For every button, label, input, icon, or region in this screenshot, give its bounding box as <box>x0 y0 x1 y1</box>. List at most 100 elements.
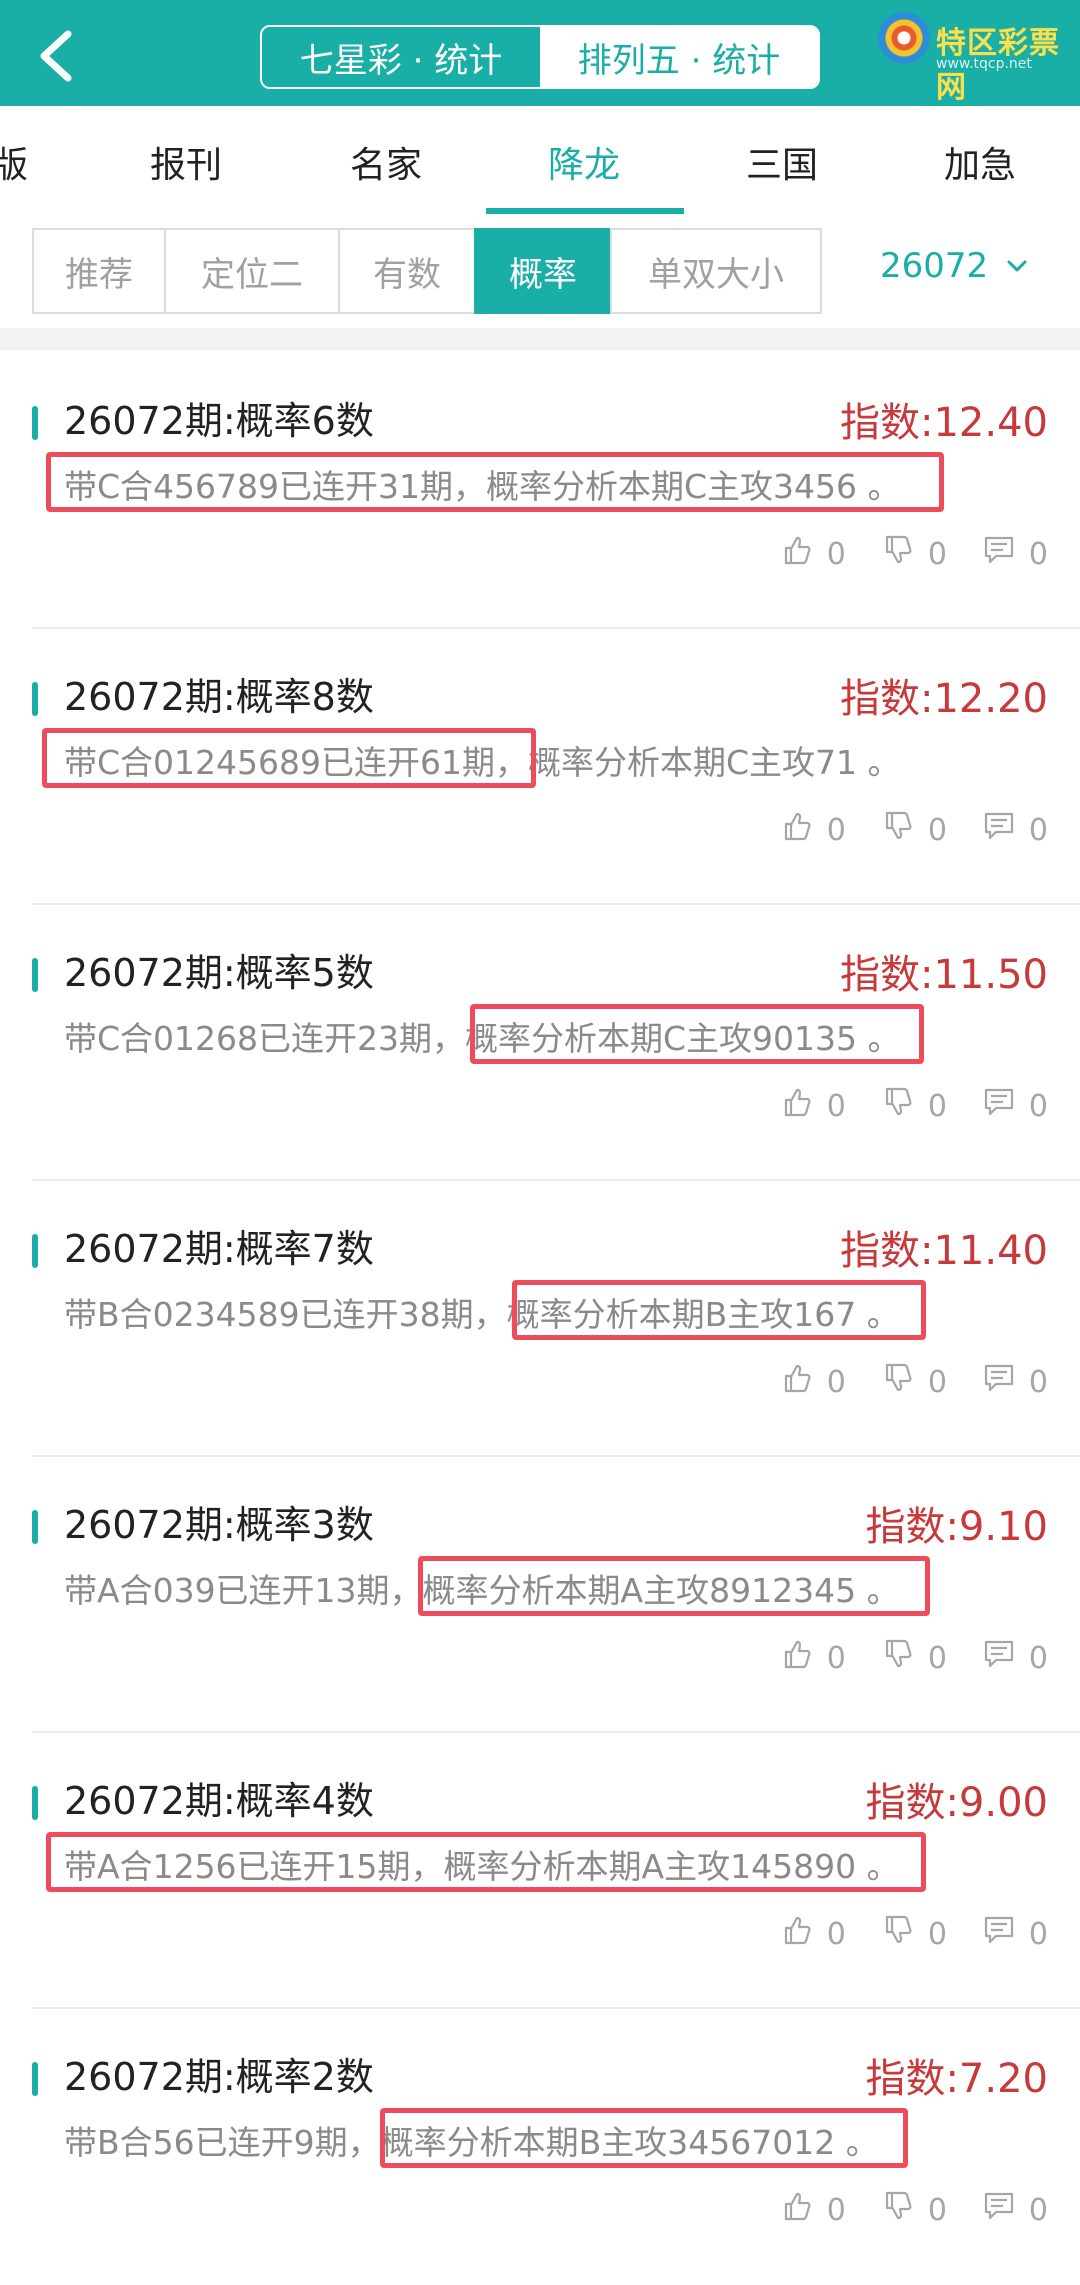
dislike-button[interactable]: 0 <box>880 808 947 852</box>
filter-chip-gailv[interactable]: 概率 <box>474 228 612 314</box>
site-logo: 特区彩票网 www.tqcp.net <box>878 12 1078 105</box>
comment-icon <box>981 2188 1029 2232</box>
dislike-count: 0 <box>927 1088 947 1124</box>
filter-chip-tuijian[interactable]: 推荐 <box>32 228 166 314</box>
thumbs-down-icon <box>880 1912 928 1956</box>
comment-button[interactable]: 0 <box>981 532 1048 576</box>
card-title: 26072期:概率2数 <box>64 2055 374 2099</box>
like-button[interactable]: 0 <box>779 532 846 576</box>
card-divider <box>32 903 1080 905</box>
dislike-count: 0 <box>927 1916 947 1952</box>
nav-item-jiaji[interactable]: 加急 <box>890 106 1070 218</box>
dislike-button[interactable]: 0 <box>880 1912 947 1956</box>
card-accent-bar <box>32 958 38 992</box>
comment-button[interactable]: 0 <box>981 1084 1048 1128</box>
prediction-card[interactable]: 26072期:概率7数 指数:11.40 带B合0234589已连开38期，概率分析… <box>0 1182 1080 1457</box>
card-divider <box>32 1731 1080 1733</box>
comment-count: 0 <box>1028 1916 1048 1952</box>
like-button[interactable]: 0 <box>779 1084 846 1128</box>
card-actions: 0 0 0 <box>779 2188 1048 2232</box>
thumbs-up-icon <box>779 1084 827 1128</box>
card-index-value: 指数:7.20 <box>865 2056 1048 2102</box>
like-count: 0 <box>826 1640 846 1676</box>
comment-button[interactable]: 0 <box>981 808 1048 852</box>
like-button[interactable]: 0 <box>779 1636 846 1680</box>
filter-chip-youshu[interactable]: 有数 <box>338 228 476 314</box>
category-nav: 版 报刊 名家 降龙 三国 加急 <box>0 106 1080 221</box>
thumbs-up-icon <box>779 1360 827 1404</box>
section-gap <box>0 328 1080 350</box>
tab-pailiewu-stats[interactable]: 排列五 · 统计 <box>540 27 818 87</box>
prediction-card[interactable]: 26072期:概率6数 指数:12.40 带C合456789已连开31期，概率分析本… <box>0 354 1080 629</box>
card-actions: 0 0 0 <box>779 1360 1048 1404</box>
card-accent-bar <box>32 2062 38 2096</box>
comment-icon <box>981 1360 1029 1404</box>
thumbs-down-icon <box>880 532 928 576</box>
prediction-card[interactable]: 26072期:概率8数 指数:12.20 带C合01245689已连开61期，概率分… <box>0 630 1080 905</box>
dislike-count: 0 <box>927 812 947 848</box>
comment-button[interactable]: 0 <box>981 1360 1048 1404</box>
dislike-button[interactable]: 0 <box>880 1636 947 1680</box>
card-title: 26072期:概率3数 <box>64 1503 374 1547</box>
lottery-type-switch: 七星彩 · 统计 排列五 · 统计 <box>260 25 820 89</box>
filter-bar: 推荐 定位二 有数 概率 单双大小 26072 <box>0 218 1080 328</box>
card-divider <box>32 627 1080 629</box>
logo-url: www.tqcp.net <box>936 56 1032 72</box>
nav-item-xianglong[interactable]: 降龙 <box>494 106 674 218</box>
comment-icon <box>981 808 1029 852</box>
tab-qixingcai-stats[interactable]: 七星彩 · 统计 <box>262 27 540 87</box>
card-divider <box>32 1455 1080 1457</box>
prediction-card[interactable]: 26072期:概率4数 指数:9.00 带A合1256已连开15期，概率分析本期A主… <box>0 1734 1080 2009</box>
like-button[interactable]: 0 <box>779 808 846 852</box>
dislike-button[interactable]: 0 <box>880 2188 947 2232</box>
card-index-value: 指数:11.40 <box>840 1228 1048 1274</box>
prediction-card[interactable]: 26072期:概率2数 指数:7.20 带B合56已连开9期，概率分析本期B主攻34… <box>0 2010 1080 2285</box>
dislike-button[interactable]: 0 <box>880 1084 947 1128</box>
comment-count: 0 <box>1028 1640 1048 1676</box>
like-button[interactable]: 0 <box>779 1360 846 1404</box>
dislike-button[interactable]: 0 <box>880 1360 947 1404</box>
nav-item-mingjia[interactable]: 名家 <box>296 106 476 218</box>
like-button[interactable]: 0 <box>779 2188 846 2232</box>
like-count: 0 <box>826 1364 846 1400</box>
card-actions: 0 0 0 <box>779 1636 1048 1680</box>
card-accent-bar <box>32 682 38 716</box>
prediction-card[interactable]: 26072期:概率3数 指数:9.10 带A合039已连开13期，概率分析本期A主攻… <box>0 1458 1080 1733</box>
nav-active-underline <box>486 208 684 214</box>
card-title: 26072期:概率4数 <box>64 1779 374 1823</box>
card-index-value: 指数:11.50 <box>840 952 1048 998</box>
like-button[interactable]: 0 <box>779 1912 846 1956</box>
card-index-value: 指数:12.20 <box>840 676 1048 722</box>
like-count: 0 <box>826 812 846 848</box>
filter-chip-dingweier[interactable]: 定位二 <box>164 228 340 314</box>
logo-swirl-icon <box>878 12 930 64</box>
card-actions: 0 0 0 <box>779 532 1048 576</box>
issue-select-value: 26072 <box>880 246 989 286</box>
comment-icon <box>981 1084 1029 1128</box>
filter-chip-danshuangdaxiao[interactable]: 单双大小 <box>610 228 822 314</box>
comment-icon <box>981 1636 1029 1680</box>
nav-item-ban[interactable]: 版 <box>0 106 60 218</box>
comment-count: 0 <box>1028 812 1048 848</box>
prediction-card[interactable]: 26072期:概率5数 指数:11.50 带C合01268已连开23期，概率分析本期… <box>0 906 1080 1181</box>
dislike-count: 0 <box>927 536 947 572</box>
comment-count: 0 <box>1028 1088 1048 1124</box>
comment-button[interactable]: 0 <box>981 1912 1048 1956</box>
card-actions: 0 0 0 <box>779 1084 1048 1128</box>
nav-item-baokan[interactable]: 报刊 <box>96 106 276 218</box>
card-title: 26072期:概率8数 <box>64 675 374 719</box>
dislike-button[interactable]: 0 <box>880 532 947 576</box>
card-divider <box>32 2007 1080 2009</box>
card-index-value: 指数:12.40 <box>840 400 1048 446</box>
comment-icon <box>981 1912 1029 1956</box>
thumbs-up-icon <box>779 808 827 852</box>
comment-button[interactable]: 0 <box>981 2188 1048 2232</box>
comment-count: 0 <box>1028 536 1048 572</box>
comment-button[interactable]: 0 <box>981 1636 1048 1680</box>
card-index-value: 指数:9.10 <box>865 1504 1048 1550</box>
highlight-box <box>46 452 944 512</box>
nav-item-sanguo[interactable]: 三国 <box>692 106 872 218</box>
issue-select[interactable]: 26072 <box>880 246 1028 286</box>
dislike-count: 0 <box>927 2192 947 2228</box>
chevron-left-icon[interactable] <box>28 26 88 86</box>
